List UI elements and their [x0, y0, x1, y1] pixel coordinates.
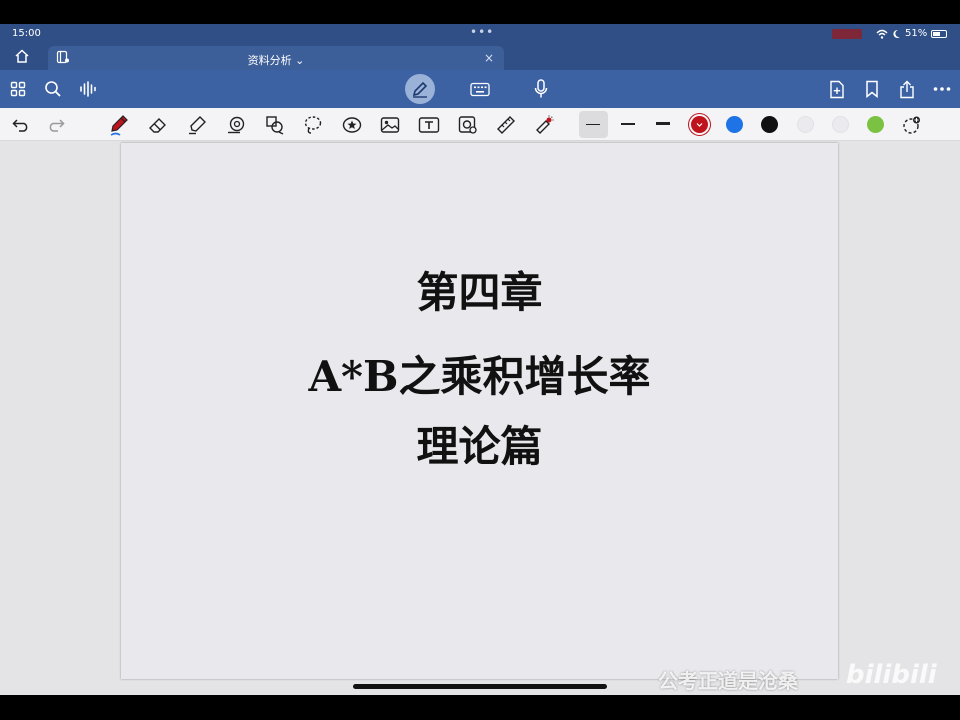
- tab-title: 资料分析 ⌄: [247, 54, 305, 67]
- color-swatch-blue[interactable]: [726, 116, 743, 133]
- main-toolbar: [0, 70, 960, 108]
- moon-icon: [892, 29, 901, 39]
- home-indicator[interactable]: [353, 684, 607, 689]
- page-title: A*B之乘积增长率: [308, 352, 651, 401]
- camera-icon[interactable]: [457, 114, 479, 136]
- wifi-icon: [876, 29, 888, 39]
- tab-bar: 资料分析 ⌄ ×: [0, 44, 960, 70]
- tab-document[interactable]: 资料分析 ⌄ ×: [48, 46, 504, 70]
- battery-icon: [931, 29, 948, 38]
- ruler-icon[interactable]: [495, 114, 517, 136]
- page-chapter-heading: 第四章: [416, 268, 543, 317]
- battery-percent: 51%: [905, 28, 928, 39]
- color-swatch-black[interactable]: [761, 116, 778, 133]
- status-bar: 15:00 ••• 51%: [0, 24, 960, 44]
- watermark-text: 公考正道是沧桑: [658, 669, 798, 693]
- color-swatch-white-2[interactable]: [832, 116, 849, 133]
- home-icon[interactable]: [14, 48, 34, 66]
- multitask-dots[interactable]: •••: [470, 25, 494, 39]
- image-icon[interactable]: [379, 114, 401, 136]
- drawing-toolbar: [0, 108, 960, 141]
- add-page-icon[interactable]: [826, 78, 848, 100]
- chevron-down-icon: [696, 123, 703, 127]
- shape-icon[interactable]: [225, 114, 247, 136]
- more-icon[interactable]: [931, 78, 953, 100]
- share-icon[interactable]: [896, 78, 918, 100]
- close-icon[interactable]: ×: [484, 51, 494, 65]
- audio-icon[interactable]: [77, 78, 99, 100]
- eraser-icon[interactable]: [147, 114, 169, 136]
- lasso-shapes-icon[interactable]: [264, 114, 286, 136]
- notebook-page[interactable]: 第四章 A*B之乘积增长率 理论篇: [121, 143, 838, 679]
- text-icon[interactable]: [418, 114, 440, 136]
- sticker-icon[interactable]: [341, 114, 363, 136]
- color-swatch-red[interactable]: [691, 116, 708, 133]
- bilibili-logo: bilibili: [846, 660, 937, 690]
- status-right: 51%: [876, 28, 948, 39]
- redo-icon[interactable]: [45, 114, 67, 136]
- pen-tool-icon[interactable]: [108, 114, 130, 136]
- highlighter-icon[interactable]: [186, 114, 208, 136]
- medium-line-weight-icon[interactable]: [621, 123, 635, 125]
- keyboard-icon[interactable]: [469, 78, 491, 100]
- undo-icon[interactable]: [10, 114, 32, 136]
- letterbox-bottom: [0, 695, 960, 720]
- lasso-icon[interactable]: [302, 114, 324, 136]
- pen-icon: [410, 79, 430, 99]
- thin-line-weight-icon: [586, 124, 600, 125]
- laser-pointer-icon[interactable]: [533, 114, 555, 136]
- thick-line-weight-icon[interactable]: [656, 122, 670, 125]
- color-swatch-white-1[interactable]: [797, 116, 814, 133]
- search-icon[interactable]: [42, 78, 64, 100]
- pen-mode-button[interactable]: [405, 74, 435, 104]
- microphone-icon[interactable]: [530, 78, 552, 100]
- screen-recording-indicator: [832, 29, 862, 39]
- bookmark-icon[interactable]: [861, 78, 883, 100]
- status-time: 15:00: [12, 28, 41, 39]
- page-subtitle: 理论篇: [416, 422, 543, 471]
- color-swatch-green[interactable]: [867, 116, 884, 133]
- grid-icon[interactable]: [7, 78, 29, 100]
- add-color-icon[interactable]: [900, 114, 922, 136]
- letterbox-top: [0, 0, 960, 24]
